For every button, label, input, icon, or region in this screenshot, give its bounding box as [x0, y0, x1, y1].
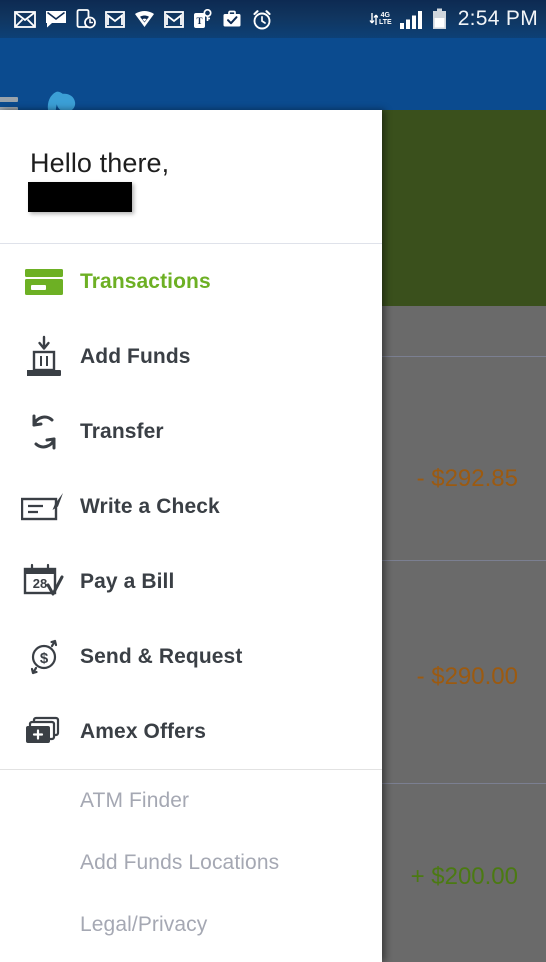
- send-request-dollar-icon: $: [16, 633, 72, 681]
- drawer-greeting-block: Hello there,: [0, 110, 382, 243]
- menu-item-legal-privacy[interactable]: Legal/Privacy: [0, 894, 382, 956]
- menu-item-label: ATM Finder: [80, 789, 190, 812]
- hamburger-bar-1: [0, 97, 18, 102]
- menu-item-label: Amex Offers: [80, 719, 206, 743]
- transaction-amount: + $200.00: [410, 863, 518, 890]
- username-redaction-bar: [28, 182, 132, 212]
- email-envelope-icon: [14, 10, 36, 28]
- navigation-drawer: Hello there, Transactions Add Funds Tran…: [0, 110, 382, 962]
- menu-item-pay-a-bill[interactable]: 28 Pay a Bill: [0, 544, 382, 619]
- drawer-secondary-menu: ATM Finder Add Funds Locations Legal/Pri…: [0, 770, 382, 956]
- menu-item-label: Transfer: [80, 419, 164, 443]
- menu-item-label: Transactions: [80, 269, 211, 293]
- menu-item-label: Legal/Privacy: [80, 913, 208, 936]
- status-bar-system-icons: 4G LTE 2:54 PM: [369, 7, 538, 31]
- drawer-primary-menu: Transactions Add Funds Transfer Write a …: [0, 244, 382, 769]
- menu-item-label: Pay a Bill: [80, 569, 175, 593]
- menu-item-amex-offers[interactable]: Amex Offers: [0, 694, 382, 769]
- svg-text:T: T: [196, 16, 202, 26]
- network-label-mid: LTE: [378, 19, 392, 26]
- transfer-arrows-icon: [16, 408, 72, 456]
- status-bar-notification-icons: T: [14, 9, 369, 30]
- transaction-amount: - $290.00: [416, 663, 518, 690]
- briefcase-check-icon: [223, 10, 241, 27]
- greeting-text: Hello there,: [30, 148, 170, 178]
- menu-item-send-and-request[interactable]: $ Send & Request: [0, 619, 382, 694]
- menu-item-transactions[interactable]: Transactions: [0, 244, 382, 319]
- data-transfer-arrows-icon: [369, 13, 378, 25]
- check-pen-icon: [16, 483, 72, 531]
- gmail-icon: [105, 10, 125, 28]
- calendar-day-number: 28: [33, 576, 47, 591]
- menu-item-atm-finder[interactable]: ATM Finder: [0, 770, 382, 832]
- transaction-amount: - $292.85: [416, 465, 518, 492]
- menu-item-label: Send & Request: [80, 644, 243, 668]
- signal-bars-icon: [399, 10, 422, 29]
- app-header-bar: [0, 38, 546, 128]
- app-screen: T 4G LTE 2:54 PM - $292.85 - $290.00 + $…: [0, 0, 546, 962]
- menu-item-label: Add Funds Locations: [80, 851, 280, 874]
- network-type-icon: 4G LTE: [369, 9, 392, 29]
- credit-card-icon: [16, 258, 72, 306]
- menu-item-transfer[interactable]: Transfer: [0, 394, 382, 469]
- status-bar: T 4G LTE 2:54 PM: [0, 0, 546, 38]
- menu-item-add-funds-locations[interactable]: Add Funds Locations: [0, 832, 382, 894]
- status-bar-clock: 2:54 PM: [457, 7, 538, 30]
- message-envelope-icon: [46, 11, 66, 28]
- stacked-cards-plus-icon: [16, 708, 72, 756]
- tmobile-keytag-icon: T: [194, 9, 212, 28]
- gmail-secondary-icon: [164, 10, 184, 28]
- menu-item-add-funds[interactable]: Add Funds: [0, 319, 382, 394]
- calendar-check-icon: 28: [16, 558, 72, 606]
- svg-text:$: $: [40, 650, 49, 667]
- phone-clock-icon: [76, 9, 96, 29]
- alarm-clock-icon: [253, 9, 271, 29]
- menu-item-label: Add Funds: [80, 344, 191, 368]
- network-label-top: 4G: [380, 12, 390, 19]
- menu-item-write-a-check[interactable]: Write a Check: [0, 469, 382, 544]
- battery-icon: [432, 8, 446, 29]
- add-funds-deposit-icon: [16, 333, 72, 381]
- menu-item-label: Write a Check: [80, 494, 220, 518]
- wifi-calling-icon: [135, 11, 154, 27]
